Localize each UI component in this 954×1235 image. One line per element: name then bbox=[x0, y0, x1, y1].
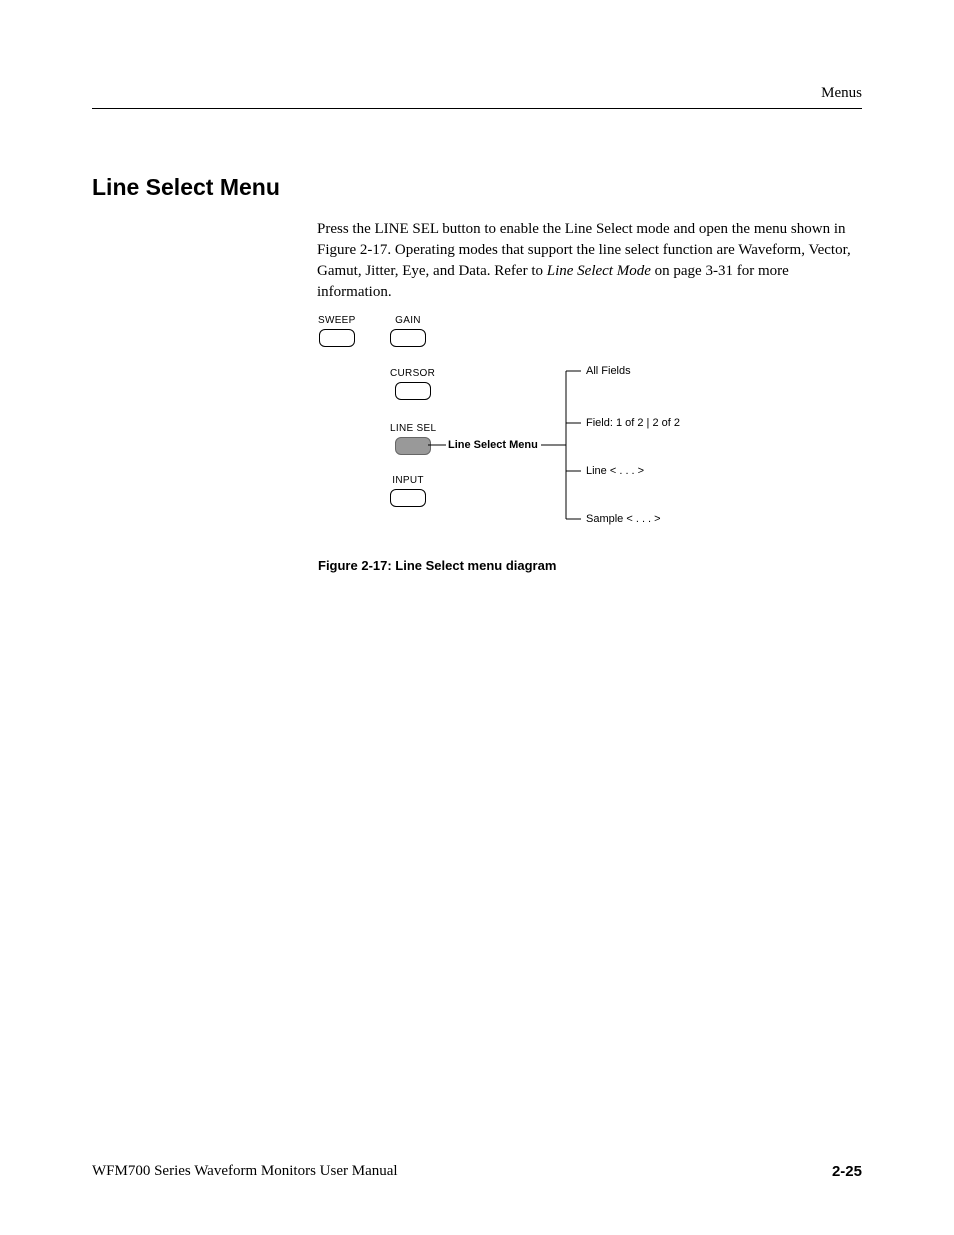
menu-bracket bbox=[541, 371, 581, 531]
menu-item-field: Field: 1 of 2 | 2 of 2 bbox=[586, 417, 680, 429]
input-label: INPUT bbox=[390, 475, 426, 486]
sweep-button-group: SWEEP bbox=[318, 315, 356, 352]
menu-item-line: Line < . . . > bbox=[586, 465, 644, 477]
header-section-label: Menus bbox=[92, 85, 862, 102]
gain-label: GAIN bbox=[390, 315, 426, 326]
page-footer: WFM700 Series Waveform Monitors User Man… bbox=[92, 1163, 862, 1180]
input-button-icon bbox=[390, 489, 426, 507]
footer-manual-title: WFM700 Series Waveform Monitors User Man… bbox=[92, 1163, 398, 1180]
page-header: Menus bbox=[92, 85, 862, 109]
body-paragraph: Press the LINE SEL button to enable the … bbox=[317, 219, 862, 303]
cursor-button-group: CURSOR bbox=[390, 368, 435, 405]
figure-caption: Figure 2-17: Line Select menu diagram bbox=[318, 558, 556, 573]
cursor-button-icon bbox=[395, 382, 431, 400]
linesel-button-group: LINE SEL bbox=[390, 423, 436, 460]
footer-page-number: 2-25 bbox=[832, 1163, 862, 1180]
header-rule bbox=[92, 108, 862, 109]
connector-line-to-menu bbox=[428, 445, 448, 447]
section-title: Line Select Menu bbox=[92, 174, 862, 201]
sweep-button-icon bbox=[319, 329, 355, 347]
sweep-label: SWEEP bbox=[318, 315, 356, 326]
body-text-italic: Line Select Mode bbox=[547, 263, 651, 279]
gain-button-group: GAIN bbox=[390, 315, 426, 352]
linesel-button-icon bbox=[395, 437, 431, 455]
gain-button-icon bbox=[390, 329, 426, 347]
menu-item-all-fields: All Fields bbox=[586, 365, 631, 377]
menu-diagram: SWEEP GAIN CURSOR LINE SEL INPUT Line Se… bbox=[318, 310, 758, 550]
input-button-group: INPUT bbox=[390, 475, 426, 512]
menu-title-label: Line Select Menu bbox=[448, 439, 538, 451]
cursor-label: CURSOR bbox=[390, 368, 435, 379]
menu-item-sample: Sample < . . . > bbox=[586, 513, 661, 525]
linesel-label: LINE SEL bbox=[390, 423, 436, 434]
